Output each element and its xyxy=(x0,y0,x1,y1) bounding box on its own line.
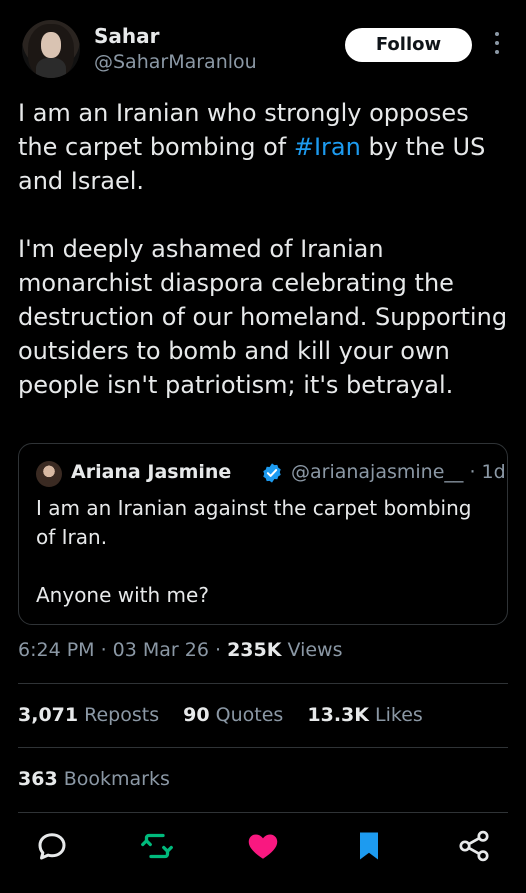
views-count: 235K xyxy=(227,639,282,661)
divider xyxy=(18,747,508,748)
bookmarks-label: Bookmarks xyxy=(57,768,170,790)
divider xyxy=(18,812,508,813)
reposts-label: Reposts xyxy=(78,704,160,726)
bookmark-icon[interactable] xyxy=(351,828,387,864)
speech-bubble-icon[interactable] xyxy=(34,828,70,864)
bookmarks-count: 363 xyxy=(18,768,58,790)
follow-button[interactable]: Follow xyxy=(345,28,472,62)
tweet-header: Sahar @SaharMaranlou Follow xyxy=(0,0,526,90)
bookmarks-stat[interactable]: 363 Bookmarks xyxy=(18,768,170,790)
reposts-stat[interactable]: 3,071 Reposts xyxy=(18,704,159,726)
quoted-author-avatar xyxy=(36,461,62,487)
quoted-text-line: Anyone with me? xyxy=(36,583,209,607)
views-label: Views xyxy=(281,639,343,661)
tweet-meta: 6:24 PM · 03 Mar 26 · 235K Views xyxy=(18,639,343,661)
author-handle[interactable]: @SaharMaranlou xyxy=(94,51,257,73)
author-display-name[interactable]: Sahar xyxy=(94,24,160,48)
quotes-stat[interactable]: 90 Quotes xyxy=(183,704,283,726)
heart-icon[interactable] xyxy=(245,828,281,864)
author-avatar[interactable] xyxy=(22,20,80,78)
quoted-tweet-card[interactable]: Ariana Jasmine @arianajasmine__ · 1d I a… xyxy=(18,443,508,625)
verified-badge-icon xyxy=(263,463,281,483)
action-bar xyxy=(0,828,526,868)
divider xyxy=(18,683,508,684)
likes-label: Likes xyxy=(368,704,423,726)
likes-count: 13.3K xyxy=(307,704,369,726)
quoted-author-name: Ariana Jasmine xyxy=(71,461,232,483)
quoted-author-handle: @arianajasmine__ · 1d xyxy=(291,461,506,483)
timestamp[interactable]: 6:24 PM · 03 Mar 26 · xyxy=(18,639,227,661)
tweet-paragraph: I'm deeply ashamed of Iranian monarchist… xyxy=(18,235,508,399)
quotes-label: Quotes xyxy=(209,704,284,726)
share-nodes-icon[interactable] xyxy=(456,828,492,864)
engagement-stats: 3,071 Reposts 90 Quotes 13.3K Likes xyxy=(18,704,441,726)
repost-arrows-icon[interactable] xyxy=(139,828,175,864)
reposts-count: 3,071 xyxy=(18,704,79,726)
likes-stat[interactable]: 13.3K Likes xyxy=(307,704,422,726)
quoted-text-line: I am an Iranian against the carpet bombi… xyxy=(36,496,472,549)
quotes-count: 90 xyxy=(183,704,210,726)
quoted-tweet-text: I am an Iranian against the carpet bombi… xyxy=(36,494,496,610)
hashtag-link[interactable]: #Iran xyxy=(294,133,361,161)
tweet-text: I am an Iranian who strongly opposes the… xyxy=(18,96,513,402)
more-options-icon[interactable] xyxy=(494,32,500,60)
